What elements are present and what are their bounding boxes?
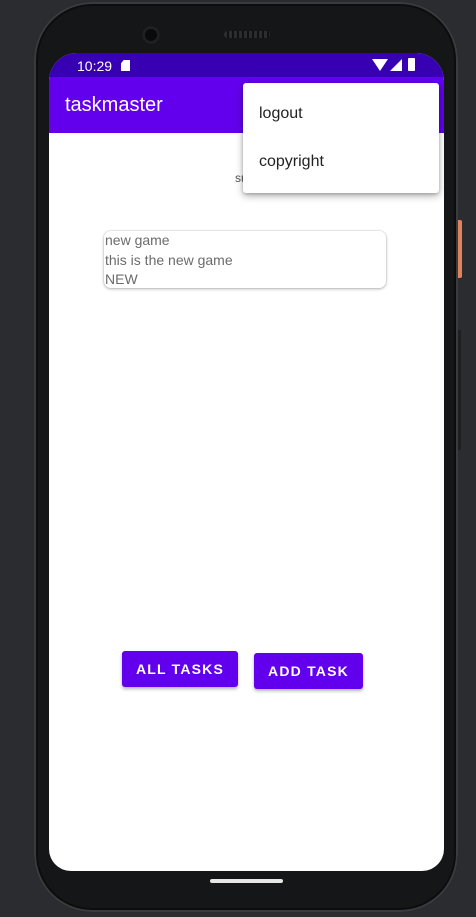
battery-icon: [408, 58, 415, 71]
signal-icon: [390, 59, 402, 71]
menu-item-copyright[interactable]: copyright: [243, 139, 439, 187]
task-card[interactable]: new game this is the new game NEW: [104, 231, 386, 288]
power-button[interactable]: [458, 220, 462, 278]
sd-card-icon: [121, 60, 130, 71]
status-bar: 10:29: [49, 53, 444, 77]
speaker-grille: [224, 31, 270, 38]
menu-item-label: copyright: [259, 153, 324, 170]
wifi-icon: [372, 59, 388, 71]
status-time: 10:29: [77, 58, 113, 74]
app-screen: 10:29 taskmaster su new game this is the…: [49, 53, 444, 871]
home-gesture-bar[interactable]: [210, 879, 283, 883]
all-tasks-button[interactable]: ALL TASKS: [122, 651, 238, 687]
add-task-button[interactable]: ADD TASK: [254, 653, 363, 689]
task-body: this is the new game: [105, 251, 233, 268]
task-title: new game: [105, 232, 170, 248]
front-camera-icon: [142, 26, 160, 44]
menu-item-logout[interactable]: logout: [243, 91, 439, 139]
app-title: taskmaster: [65, 94, 163, 116]
volume-button[interactable]: [458, 330, 461, 450]
overflow-menu: logout copyright: [243, 83, 439, 193]
menu-item-label: logout: [259, 105, 303, 122]
task-state: NEW: [105, 271, 138, 287]
